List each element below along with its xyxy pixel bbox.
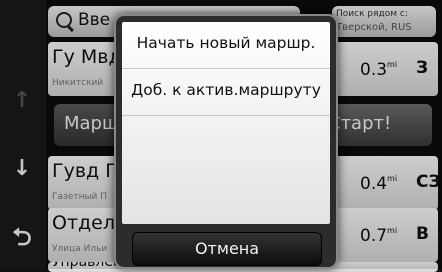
option-label: Начать новый маршр. — [136, 34, 316, 52]
route-options-popup: Начать новый маршр. Доб. к актив.маршрут… — [114, 14, 338, 269]
add-to-active-route-option[interactable]: Доб. к актив.маршруту — [122, 69, 330, 116]
screen: ↑ ↓ ⮌ Вве Поиск рядом с: Тверской, RUS Г… — [0, 0, 442, 272]
popup-options-list: Начать новый маршр. Доб. к актив.маршрут… — [122, 22, 330, 224]
start-new-route-option[interactable]: Начать новый маршр. — [122, 22, 330, 69]
cancel-button[interactable]: Отмена — [132, 232, 322, 266]
option-label: Доб. к актив.маршруту — [131, 81, 321, 99]
cancel-button-label: Отмена — [194, 239, 260, 258]
